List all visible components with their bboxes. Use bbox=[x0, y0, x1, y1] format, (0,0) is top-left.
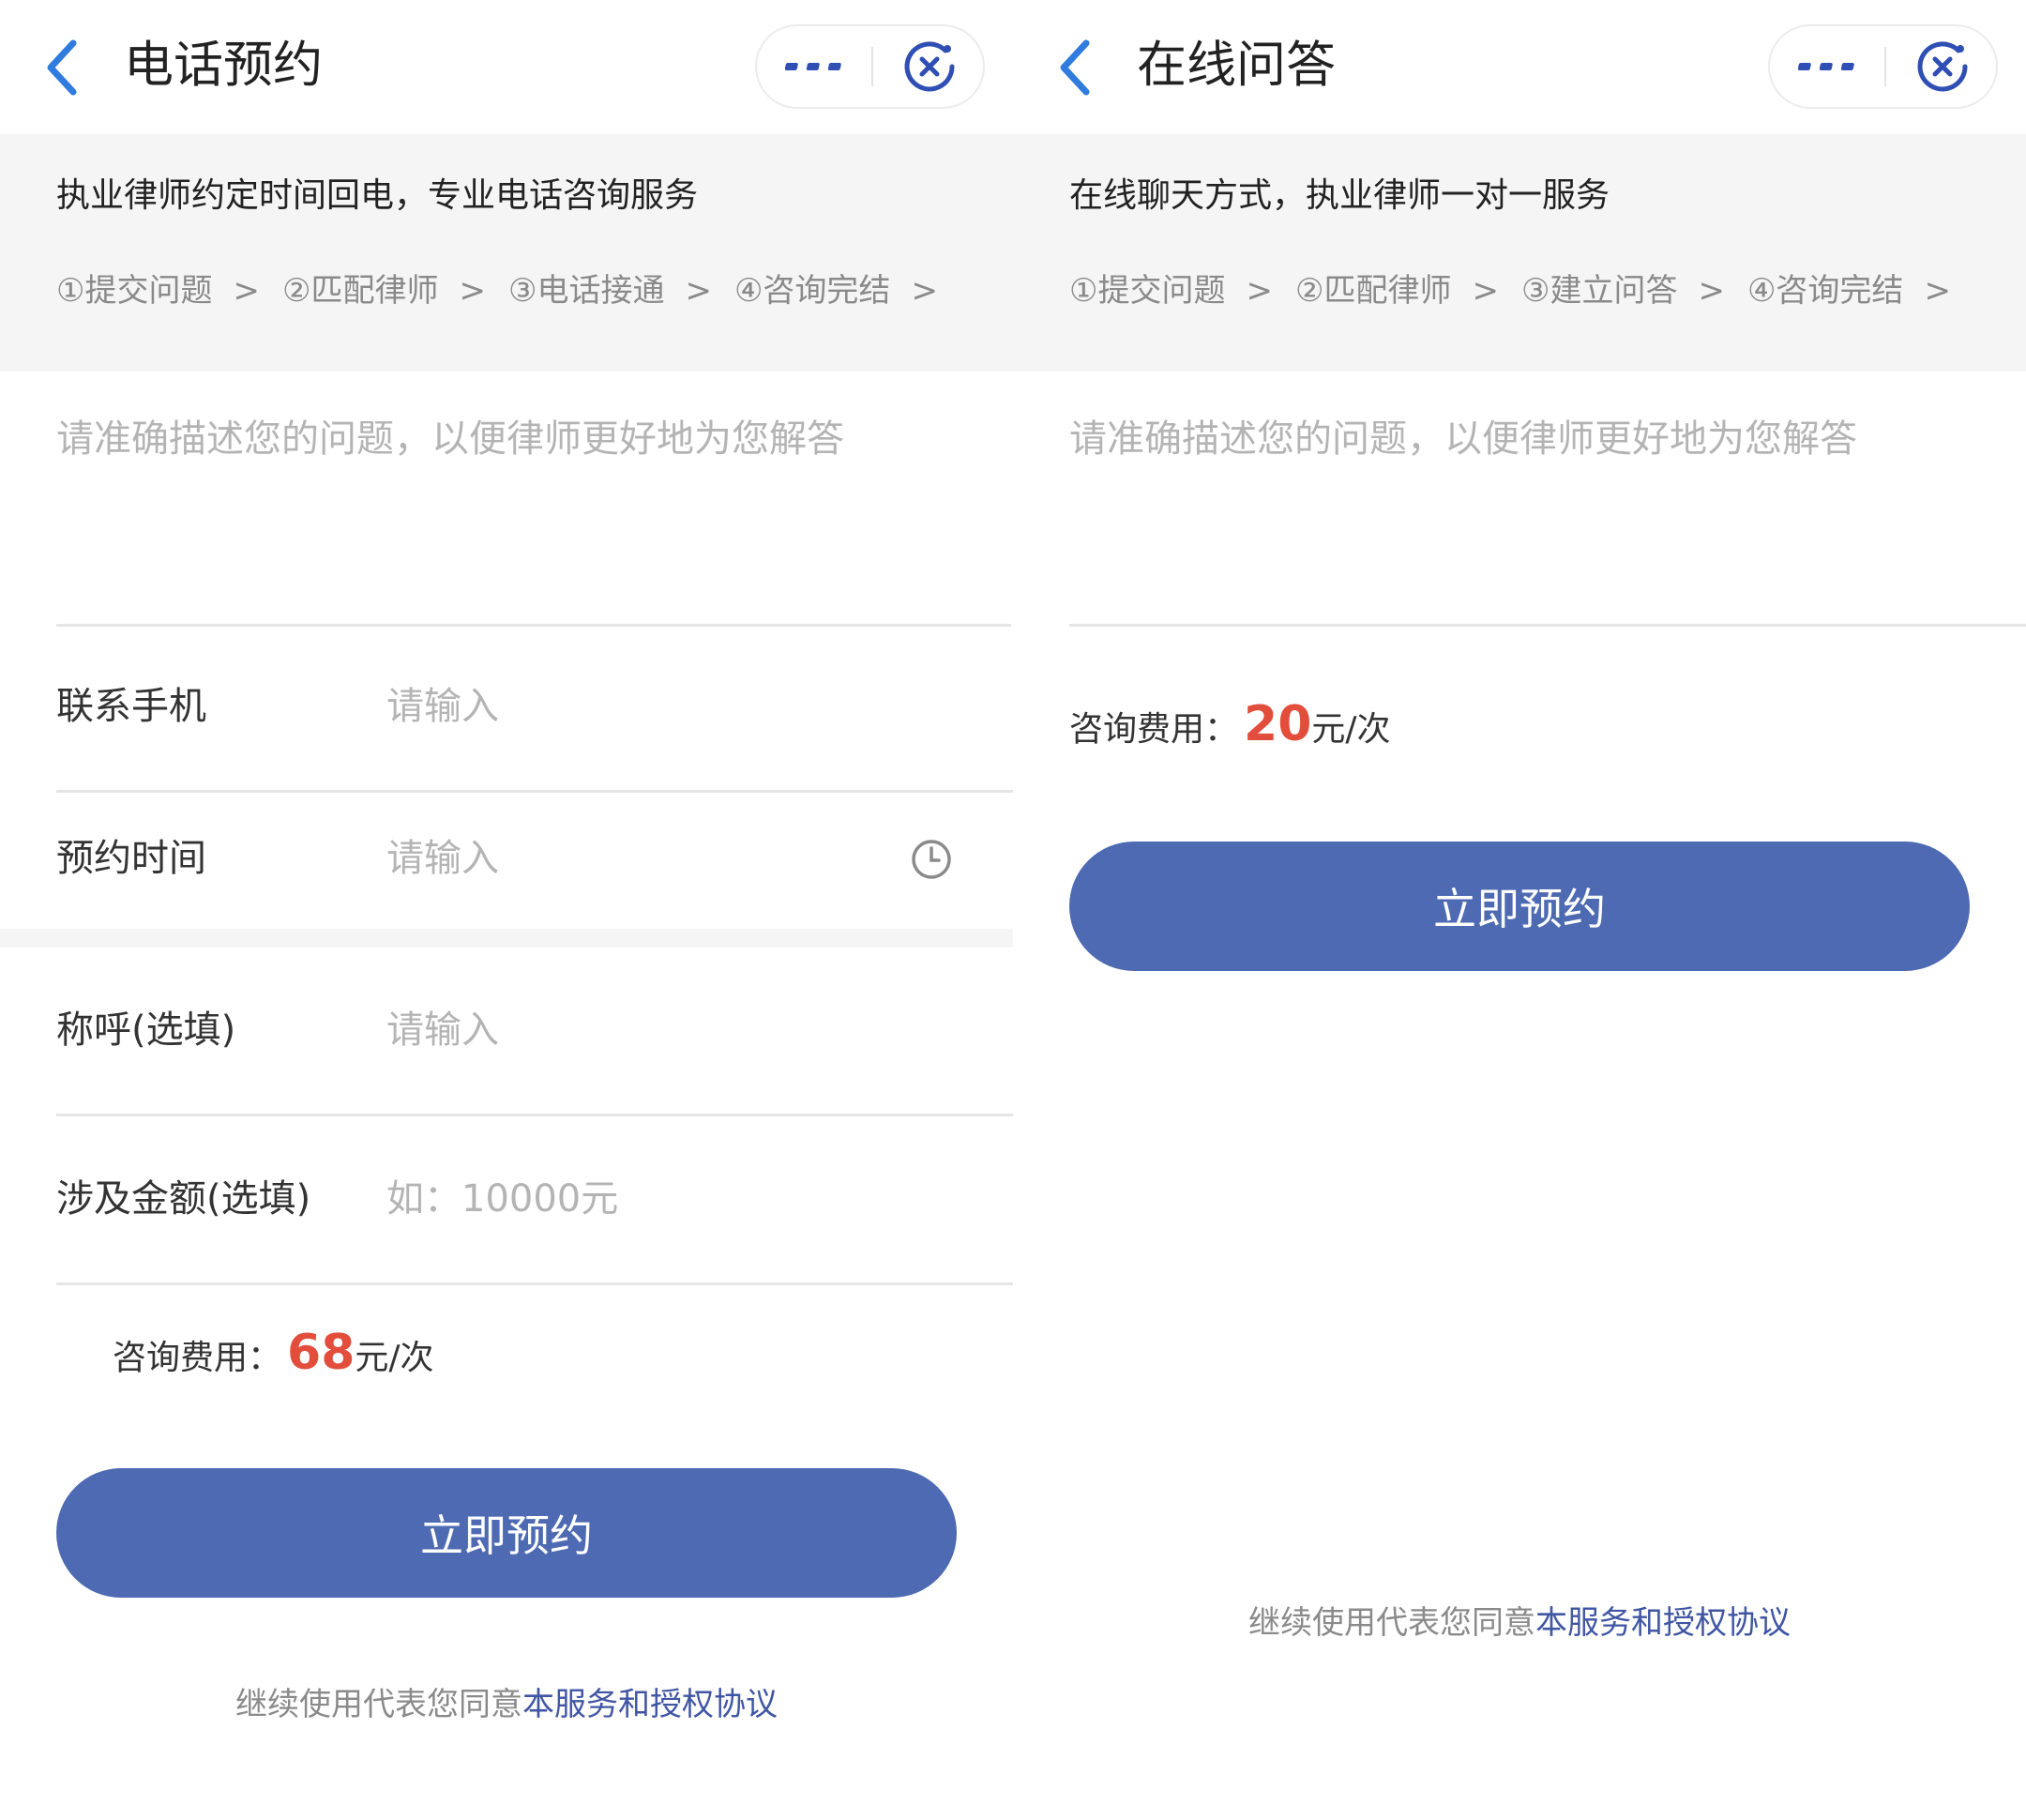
fee-unit: 元/次 bbox=[355, 1339, 434, 1377]
step-separator: > bbox=[685, 272, 712, 310]
close-mini-program-button[interactable] bbox=[873, 26, 985, 107]
process-steps: ①提交问题 > ②匹配律师 > ③建立问答 > ④咨询完结 > bbox=[1069, 267, 1973, 314]
more-button[interactable] bbox=[1770, 26, 1884, 107]
step-separator: > bbox=[1472, 272, 1499, 310]
service-description: 在线聊天方式，执业律师一对一服务 bbox=[1069, 176, 1610, 215]
consult-fee: 咨询费用： 68 元/次 bbox=[113, 1325, 434, 1381]
fee-label: 咨询费用： bbox=[113, 1339, 282, 1377]
clock-icon bbox=[912, 840, 951, 879]
name-row: 称呼(选填) 请输入 bbox=[0, 974, 1013, 1086]
agreement-text: 继续使用代表您同意本服务和授权协议 bbox=[0, 1681, 1013, 1728]
amount-input[interactable]: 如：10000元 bbox=[386, 1143, 912, 1255]
more-dots-icon bbox=[1798, 63, 1854, 70]
question-textarea[interactable]: 请准确描述您的问题，以便律师更好地为您解答 bbox=[1069, 413, 2007, 600]
step-1: ①提交问题 bbox=[56, 272, 213, 310]
close-circle-icon bbox=[1917, 41, 1967, 92]
agreement-prefix: 继续使用代表您同意 bbox=[1248, 1604, 1535, 1642]
close-circle-icon bbox=[904, 41, 954, 92]
name-input[interactable]: 请输入 bbox=[386, 974, 912, 1086]
step-separator: > bbox=[233, 272, 260, 310]
agreement-prefix: 继续使用代表您同意 bbox=[235, 1686, 522, 1723]
step-separator: > bbox=[911, 272, 938, 310]
question-textarea[interactable]: 请准确描述您的问题，以便律师更好地为您解答 bbox=[56, 413, 994, 600]
service-banner: 执业律师约定时间回电，专业电话咨询服务 ①提交问题 > ②匹配律师 > ③电话接… bbox=[0, 134, 1013, 372]
step-separator: > bbox=[1924, 272, 1951, 310]
mini-program-capsule bbox=[755, 24, 985, 109]
nav-bar: 在线问答 bbox=[1013, 0, 2026, 134]
step-separator: > bbox=[1698, 272, 1725, 310]
time-row: 预约时间 请输入 bbox=[0, 802, 1013, 915]
fee-amount: 68 bbox=[287, 1325, 355, 1381]
fee-unit: 元/次 bbox=[1311, 710, 1391, 749]
agreement-link[interactable]: 本服务和授权协议 bbox=[1535, 1604, 1791, 1642]
page-title: 电话预约 bbox=[124, 37, 323, 94]
book-now-button[interactable]: 立即预约 bbox=[56, 1468, 957, 1598]
name-label: 称呼(选填) bbox=[56, 1009, 236, 1052]
step-2: ②匹配律师 bbox=[281, 272, 439, 310]
step-separator: > bbox=[459, 272, 486, 310]
fee-label: 咨询费用： bbox=[1069, 710, 1239, 749]
more-dots-icon bbox=[785, 63, 841, 70]
consult-fee: 咨询费用： 20 元/次 bbox=[1069, 696, 1391, 752]
phone-input[interactable]: 请输入 bbox=[386, 650, 912, 763]
divider bbox=[1069, 624, 2026, 627]
fee-amount: 20 bbox=[1244, 696, 1312, 752]
process-steps: ①提交问题 > ②匹配律师 > ③电话接通 > ④咨询完结 > bbox=[56, 267, 960, 314]
mini-program-capsule bbox=[1768, 24, 1998, 109]
step-3: ③电话接通 bbox=[507, 272, 665, 310]
service-description: 执业律师约定时间回电，专业电话咨询服务 bbox=[56, 176, 699, 215]
divider bbox=[56, 790, 1013, 793]
more-button[interactable] bbox=[757, 26, 871, 107]
time-input[interactable]: 请输入 bbox=[386, 802, 912, 915]
section-gap bbox=[0, 929, 1013, 948]
chevron-left-icon bbox=[1060, 39, 1090, 96]
service-banner: 在线聊天方式，执业律师一对一服务 ①提交问题 > ②匹配律师 > ③建立问答 >… bbox=[1013, 134, 2026, 372]
divider bbox=[56, 1282, 1013, 1285]
book-now-button[interactable]: 立即预约 bbox=[1069, 842, 1970, 971]
agreement-link[interactable]: 本服务和授权协议 bbox=[522, 1686, 778, 1723]
step-3: ③建立问答 bbox=[1520, 272, 1678, 310]
amount-label: 涉及金额(选填) bbox=[56, 1177, 311, 1221]
step-4: ④咨询完结 bbox=[1746, 272, 1904, 310]
chevron-left-icon bbox=[47, 39, 77, 96]
agreement-text: 继续使用代表您同意本服务和授权协议 bbox=[1013, 1600, 2026, 1646]
phone-label: 联系手机 bbox=[56, 685, 206, 728]
back-button[interactable] bbox=[1051, 36, 1103, 99]
phone-row: 联系手机 请输入 bbox=[0, 650, 1013, 763]
back-button[interactable] bbox=[38, 36, 90, 99]
time-picker-button[interactable] bbox=[910, 838, 953, 881]
phone-appointment-screen: 电话预约 执业律师约定时间回电，专业电话咨询服务 ①提交问题 > ②匹配律师 >… bbox=[0, 0, 1013, 1820]
divider bbox=[56, 1114, 1013, 1116]
step-1: ①提交问题 bbox=[1069, 272, 1226, 310]
step-2: ②匹配律师 bbox=[1294, 272, 1452, 310]
online-qa-screen: 在线问答 在线聊天方式，执业律师一对一服务 ①提交问题 > ②匹配律师 > ③建… bbox=[1013, 0, 2026, 1820]
amount-row: 涉及金额(选填) 如：10000元 bbox=[0, 1143, 1013, 1255]
time-label: 预约时间 bbox=[56, 837, 206, 880]
divider bbox=[56, 624, 1011, 627]
page-title: 在线问答 bbox=[1137, 37, 1336, 94]
step-separator: > bbox=[1246, 272, 1273, 310]
step-4: ④咨询完结 bbox=[733, 272, 891, 310]
nav-bar: 电话预约 bbox=[0, 0, 1013, 134]
close-mini-program-button[interactable] bbox=[1886, 26, 1998, 107]
